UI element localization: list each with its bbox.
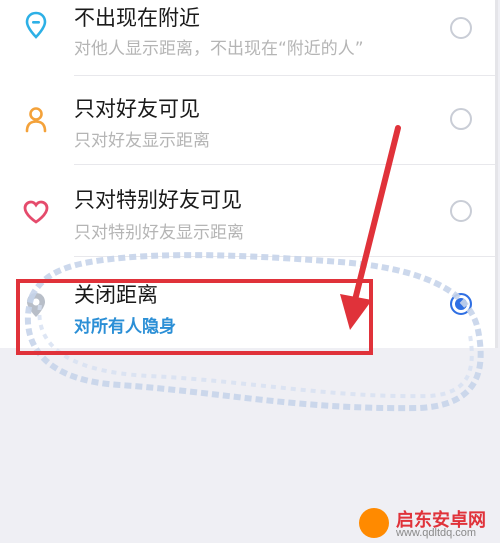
option-title: 只对特别好友可见 [74, 188, 242, 212]
heart-icon [21, 197, 51, 227]
option-subtitle: 只对特别好友显示距离 [74, 223, 244, 243]
option-radio[interactable] [450, 17, 472, 39]
watermark-url: www.qdltdq.com [396, 527, 477, 539]
option-row-close-distance[interactable]: 关闭距离 对所有人隐身 [0, 257, 498, 344]
option-subtitle: 只对好友显示距离 [74, 131, 210, 151]
location-pin-icon [21, 10, 51, 40]
option-title: 只对好友可见 [74, 97, 200, 121]
person-icon [21, 104, 51, 134]
option-subtitle: 对所有人隐身 [74, 317, 176, 337]
site-watermark: 启东安卓网 www.qdltdq.com [359, 505, 499, 543]
option-row-hide-nearby[interactable]: 不出现在附近 对他人显示距离，不出现在“附近的人” [0, 0, 498, 75]
option-radio[interactable] [450, 108, 472, 130]
visibility-options-list: 不出现在附近 对他人显示距离，不出现在“附近的人” 只对好友可见 只对好友显示距… [0, 0, 498, 348]
watermark-logo-icon [359, 508, 389, 538]
option-title: 关闭距离 [74, 283, 158, 307]
option-radio-selected[interactable] [450, 293, 472, 315]
location-off-icon [21, 290, 51, 320]
scroll-edge [495, 0, 498, 348]
option-subtitle: 对他人显示距离，不出现在“附近的人” [74, 39, 364, 59]
option-radio[interactable] [450, 200, 472, 222]
option-title: 不出现在附近 [74, 6, 200, 30]
option-row-friends-only[interactable]: 只对好友可见 只对好友显示距离 [0, 76, 498, 163]
option-row-special-friends[interactable]: 只对特别好友可见 只对特别好友显示距离 [0, 165, 498, 252]
